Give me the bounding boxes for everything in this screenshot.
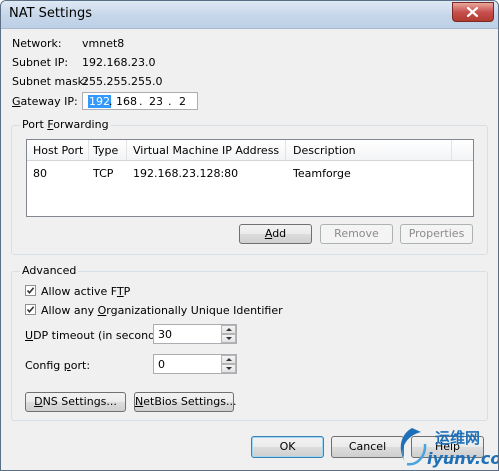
watermark: 运维网 iyunv.com (395, 424, 498, 470)
remove-button[interactable]: Remove (320, 224, 393, 244)
arrow-down-icon (226, 367, 232, 370)
udp-timeout-stepper[interactable]: 30 (153, 324, 237, 344)
gateway-octet-3[interactable]: 23 (149, 95, 163, 108)
cancel-button[interactable]: Cancel (331, 436, 404, 458)
port-forwarding-list[interactable]: Host Port Type Virtual Machine IP Addres… (26, 139, 474, 217)
gateway-accel: G (12, 95, 21, 108)
column-vm-address[interactable]: Virtual Machine IP Address (133, 144, 279, 157)
column-divider[interactable] (126, 140, 127, 160)
config-decrement-button[interactable] (221, 364, 236, 373)
subnet-mask-label: Subnet mask: (12, 75, 88, 88)
column-description[interactable]: Description (293, 144, 356, 157)
config-increment-button[interactable] (221, 355, 236, 364)
watermark-url: iyunv.com (427, 449, 498, 468)
watermark-logo-icon (400, 428, 427, 466)
network-value: vmnet8 (82, 37, 125, 50)
udp-timeout-label: UDP timeout (in seconds): (25, 329, 169, 342)
netbios-accel: N (135, 395, 144, 408)
column-host-port[interactable]: Host Port (33, 144, 83, 157)
dns-label-rest: NS Settings... (42, 395, 117, 408)
gateway-ip-label: Gateway IP: (12, 95, 78, 108)
config-port-value[interactable]: 0 (158, 358, 165, 371)
udp-timeout-value[interactable]: 30 (158, 328, 172, 341)
ftp-accel: T (116, 285, 124, 298)
close-icon (467, 7, 478, 17)
properties-button[interactable]: Properties (400, 224, 473, 244)
checkmark-icon (26, 306, 35, 314)
window-title: NAT Settings (9, 6, 93, 21)
arrow-up-icon (226, 358, 232, 361)
checkmark-icon (26, 287, 35, 295)
gateway-dot-2: . (139, 95, 143, 108)
close-button[interactable] (452, 2, 494, 22)
netbios-label-rest: etBios Settings... (143, 395, 237, 408)
gateway-octet-1[interactable]: 192 (88, 95, 111, 108)
config-accel: p (63, 359, 71, 372)
cell-vm-address: 192.168.23.128:80 (133, 167, 239, 180)
column-divider[interactable] (451, 140, 452, 160)
netbios-settings-button[interactable]: NetBios Settings... (134, 392, 237, 412)
gateway-dot-1: . (109, 95, 113, 108)
nat-settings-window: NAT Settings Network: vmnet8 Subnet IP: … (0, 0, 499, 471)
gateway-octet-4[interactable]: 2 (179, 95, 186, 108)
column-divider[interactable] (88, 140, 89, 160)
allow-oui-label[interactable]: Allow any Organizationally Unique Identi… (41, 304, 283, 317)
oui-accel: O (97, 304, 107, 317)
gateway-octet-2[interactable]: 168 (116, 95, 137, 108)
udp-label-rest: DP timeout (in seconds): (33, 329, 169, 342)
network-label: Network: (12, 37, 62, 50)
ok-button[interactable]: OK (251, 436, 324, 458)
allow-oui-checkbox[interactable] (25, 304, 36, 315)
dns-settings-button[interactable]: DNS Settings... (25, 392, 126, 412)
advanced-title: Advanced (20, 264, 79, 277)
add-button[interactable]: Add (239, 224, 312, 244)
cell-host-port: 80 (33, 167, 47, 180)
gateway-label-rest: ateway IP: (20, 95, 78, 108)
subnet-ip-value: 192.168.23.0 (82, 56, 156, 69)
config-port-label: Config port: (25, 359, 90, 372)
udp-increment-button[interactable] (221, 325, 236, 334)
cell-description: Teamforge (293, 167, 351, 180)
port-forwarding-title: Port Forwarding (20, 118, 111, 131)
allow-active-ftp-checkbox[interactable] (25, 285, 36, 296)
list-header: Host Port Type Virtual Machine IP Addres… (27, 140, 473, 161)
oui-label-prefix: Allow any (41, 304, 98, 317)
subnet-mask-value: 255.255.255.0 (82, 75, 163, 88)
udp-spin-buttons (221, 325, 236, 343)
port-forwarding-title-rest: orwarding (53, 118, 109, 131)
config-label-prefix: Config (25, 359, 64, 372)
port-forwarding-title-prefix: Port (22, 118, 48, 131)
title-bar[interactable]: NAT Settings (1, 1, 498, 29)
gateway-ip-input[interactable]: 192 . 168 . 23 . 2 (82, 92, 198, 110)
column-type[interactable]: Type (93, 144, 118, 157)
ftp-label-prefix: Allow active F (41, 285, 117, 298)
gateway-dot-3: . (168, 95, 172, 108)
udp-decrement-button[interactable] (221, 334, 236, 343)
config-port-stepper[interactable]: 0 (153, 354, 237, 374)
add-label-rest: dd (272, 227, 287, 240)
watermark-name: 运维网 (435, 429, 481, 447)
subnet-ip-label: Subnet IP: (12, 56, 69, 69)
config-spin-buttons (221, 355, 236, 373)
arrow-down-icon (226, 337, 232, 340)
config-label-rest: ort: (70, 359, 91, 372)
udp-accel: U (25, 329, 34, 342)
dns-accel: D (34, 395, 43, 408)
allow-active-ftp-label[interactable]: Allow active FTP (41, 285, 130, 298)
arrow-up-icon (226, 328, 232, 331)
cell-type: TCP (93, 167, 114, 180)
column-divider[interactable] (285, 140, 286, 160)
oui-label-rest: rganizationally Unique Identifier (106, 304, 283, 317)
ftp-label-rest: P (123, 285, 131, 298)
